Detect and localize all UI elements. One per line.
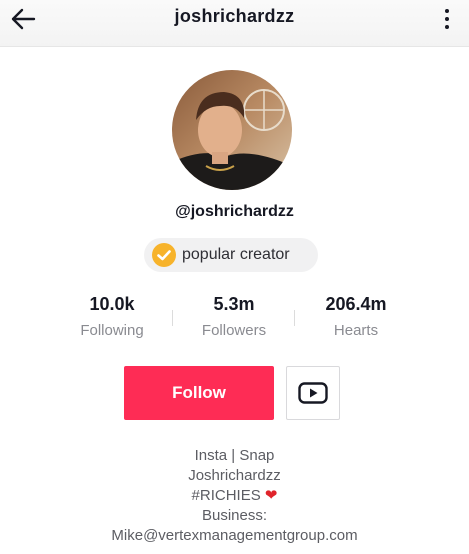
bio-line: Insta | Snap xyxy=(194,447,275,464)
badge-label: popular creator xyxy=(182,246,290,263)
bio-line: Business: xyxy=(201,507,268,524)
more-options-button[interactable] xyxy=(441,4,453,34)
following-label: Following xyxy=(80,322,144,339)
bio-line-richies: #RICHIES ❤ xyxy=(0,486,469,506)
following-count: 10.0k xyxy=(89,294,135,314)
followers-label: Followers xyxy=(201,322,267,339)
more-dot xyxy=(445,25,449,29)
stat-divider xyxy=(172,310,173,326)
page-title: joshrichardzz xyxy=(174,6,295,26)
stats-row: 10.0k Following 5.3m Followers 206.4m He… xyxy=(52,292,420,342)
verified-check-icon xyxy=(152,243,176,267)
avatar[interactable] xyxy=(172,70,292,190)
avatar-photo xyxy=(172,70,292,190)
stat-following[interactable]: 10.0k Following xyxy=(52,292,172,342)
profile-handle: @joshrichardzz xyxy=(175,203,294,220)
stat-divider xyxy=(294,310,295,326)
more-dot xyxy=(445,17,449,21)
heart-icon: ❤ xyxy=(264,487,278,504)
profile-screen: joshrichardzz @joshrichardzz popular cre… xyxy=(0,0,469,554)
follow-button[interactable]: Follow xyxy=(124,366,274,420)
popular-creator-badge[interactable]: popular creator xyxy=(144,238,318,272)
top-bar: joshrichardzz xyxy=(0,0,469,47)
youtube-icon xyxy=(298,382,328,404)
followers-count: 5.3m xyxy=(213,294,255,314)
bio-line: Joshrichardzz xyxy=(188,467,281,484)
bio-email[interactable]: Mike@vertexmanagementgroup.com xyxy=(0,526,469,546)
hearts-label: Hearts xyxy=(333,322,379,339)
hearts-count: 206.4m xyxy=(325,294,387,314)
bio-hashtag: #RICHIES xyxy=(191,487,261,504)
youtube-button[interactable] xyxy=(286,366,340,420)
more-dots-icon xyxy=(445,9,449,13)
stat-hearts[interactable]: 206.4m Hearts xyxy=(296,292,416,342)
bio: Insta | Snap Joshrichardzz #RICHIES ❤ Bu… xyxy=(0,446,469,546)
stat-followers[interactable]: 5.3m Followers xyxy=(174,292,294,342)
